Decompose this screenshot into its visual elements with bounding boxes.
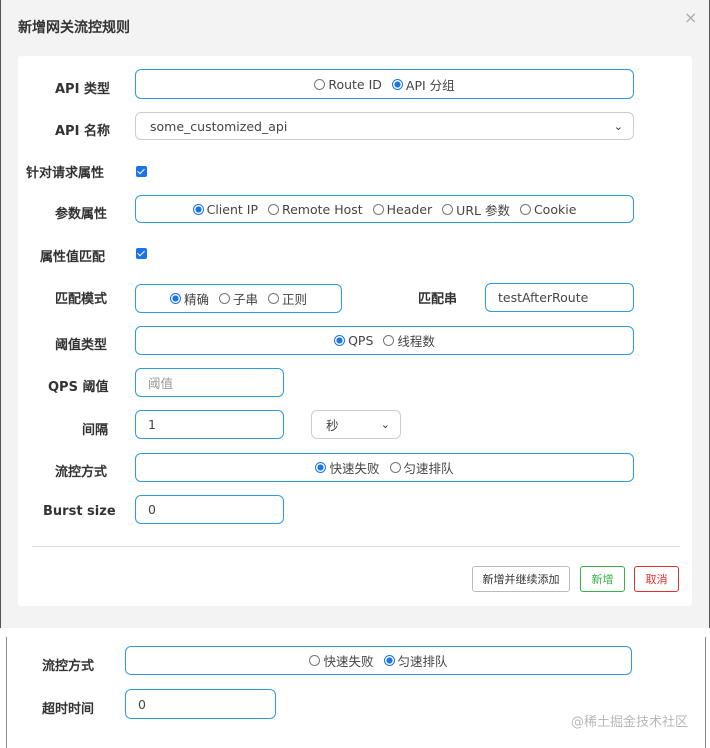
radio-label: Cookie xyxy=(533,201,577,217)
radio-qps[interactable]: QPS xyxy=(334,333,373,348)
radio-label: 匀速排队 xyxy=(403,461,454,476)
match-mode-label: 匹配模式 xyxy=(55,292,108,307)
burst-size-input[interactable]: 0 xyxy=(135,495,284,524)
burst-size-label: Burst size xyxy=(43,504,116,519)
radio-circle xyxy=(391,78,403,90)
value-match-checkbox[interactable] xyxy=(136,248,147,259)
request-attr-checkbox[interactable] xyxy=(136,166,147,177)
radio-api-group[interactable]: API 分组 xyxy=(391,75,455,94)
cancel-button[interactable]: 取消 xyxy=(634,566,679,592)
radio-exact[interactable]: 精确 xyxy=(169,289,209,308)
radio-label: API 分组 xyxy=(405,77,455,93)
interval-input[interactable]: 1 xyxy=(135,410,284,439)
param-attr-radio-group: Client IP Remote Host Header URL 参数 Cook… xyxy=(135,195,634,223)
radio-circle xyxy=(383,655,395,666)
radio-label: 匀速排队 xyxy=(397,654,448,669)
radio-label: URL 参数 xyxy=(456,202,510,218)
radio-thread-count[interactable]: 线程数 xyxy=(383,331,435,350)
qps-threshold-input[interactable]: 阈值 xyxy=(135,368,284,397)
footer-divider xyxy=(32,546,680,547)
interval-unit-select[interactable]: 秒 ⌄ xyxy=(311,410,401,439)
radio-client-ip[interactable]: Client IP xyxy=(192,201,258,217)
match-mode-radio-group: 精确 子串 正则 xyxy=(135,284,342,313)
radio-circle xyxy=(442,203,454,215)
fragment-edge-right xyxy=(705,637,706,748)
close-icon[interactable]: × xyxy=(684,8,697,27)
radio-remote-host[interactable]: Remote Host xyxy=(267,201,363,217)
save-and-continue-button[interactable]: 新增并继续添加 xyxy=(472,566,570,592)
radio-circle xyxy=(218,293,230,304)
radio-circle xyxy=(314,78,326,90)
radio-label: Header xyxy=(386,201,433,217)
chevron-down-icon: ⌄ xyxy=(613,119,623,133)
radio-label: 正则 xyxy=(282,292,308,307)
radio-label: 快速失败 xyxy=(329,461,380,476)
radio-label: Route ID xyxy=(328,76,382,92)
api-name-label: API 名称 xyxy=(55,124,110,139)
flow-mode-label-2: 流控方式 xyxy=(42,659,95,674)
radio-circle xyxy=(334,335,346,346)
radio-circle xyxy=(372,203,384,215)
radio-circle xyxy=(519,203,531,215)
radio-route-id[interactable]: Route ID xyxy=(314,77,382,92)
radio-regex[interactable]: 正则 xyxy=(268,289,307,308)
api-name-value: some_customized_api xyxy=(150,118,288,134)
request-attr-label: 针对请求属性 xyxy=(26,166,105,181)
match-string-label: 匹配串 xyxy=(418,292,458,307)
threshold-type-label: 阈值类型 xyxy=(55,338,108,353)
radio-label: Remote Host xyxy=(281,201,363,217)
radio-url-param[interactable]: URL 参数 xyxy=(442,200,510,219)
radio-queueing[interactable]: 匀速排队 xyxy=(389,458,454,477)
radio-substring[interactable]: 子串 xyxy=(218,289,258,308)
chevron-down-icon: ⌄ xyxy=(380,418,390,431)
timeout-label: 超时时间 xyxy=(42,702,95,717)
radio-circle xyxy=(309,655,321,666)
watermark: @稀土掘金技术社区 xyxy=(570,715,688,730)
radio-label: 子串 xyxy=(232,292,258,307)
radio-label: Client IP xyxy=(206,201,258,217)
interval-label: 间隔 xyxy=(82,423,109,438)
api-type-label: API 类型 xyxy=(55,82,110,97)
flow-mode-radio-group-2: 快速失败 匀速排队 xyxy=(125,646,632,675)
match-string-value: testAfterRoute xyxy=(498,290,589,305)
radio-fail-fast-2[interactable]: 快速失败 xyxy=(309,651,374,670)
radio-label: 精确 xyxy=(183,292,209,307)
interval-value: 1 xyxy=(148,417,156,432)
qps-threshold-placeholder: 阈值 xyxy=(148,376,174,391)
match-string-input[interactable]: testAfterRoute xyxy=(485,283,634,312)
value-match-label: 属性值匹配 xyxy=(40,250,106,265)
radio-circle xyxy=(315,462,327,473)
radio-circle xyxy=(169,293,181,304)
timeout-value: 0 xyxy=(138,696,146,712)
radio-label: 快速失败 xyxy=(323,654,374,669)
radio-label: QPS xyxy=(348,333,374,348)
radio-circle xyxy=(192,203,204,215)
param-attr-label: 参数属性 xyxy=(55,207,108,222)
add-button[interactable]: 新增 xyxy=(580,566,625,592)
timeout-input[interactable]: 0 xyxy=(125,689,276,719)
radio-label: 线程数 xyxy=(397,334,435,349)
dialog-title: 新增网关流控规则 xyxy=(18,20,130,36)
radio-circle xyxy=(267,203,279,215)
radio-cookie[interactable]: Cookie xyxy=(519,201,577,217)
radio-circle xyxy=(389,462,401,473)
radio-header[interactable]: Header xyxy=(372,201,433,217)
flow-mode-label: 流控方式 xyxy=(55,465,108,480)
threshold-type-radio-group: QPS 线程数 xyxy=(135,326,634,355)
radio-circle xyxy=(383,335,395,346)
flow-mode-radio-group: 快速失败 匀速排队 xyxy=(135,453,634,482)
api-type-radio-group: Route ID API 分组 xyxy=(135,69,634,99)
api-name-select[interactable]: some_customized_api ⌄ xyxy=(135,112,634,140)
radio-circle xyxy=(268,293,279,304)
qps-threshold-label: QPS 阈值 xyxy=(48,380,109,395)
fragment-edge-left xyxy=(6,637,7,748)
burst-size-value: 0 xyxy=(148,502,156,517)
interval-unit-value: 秒 xyxy=(326,418,339,433)
radio-queueing-2[interactable]: 匀速排队 xyxy=(383,651,448,670)
radio-fail-fast[interactable]: 快速失败 xyxy=(315,458,380,477)
